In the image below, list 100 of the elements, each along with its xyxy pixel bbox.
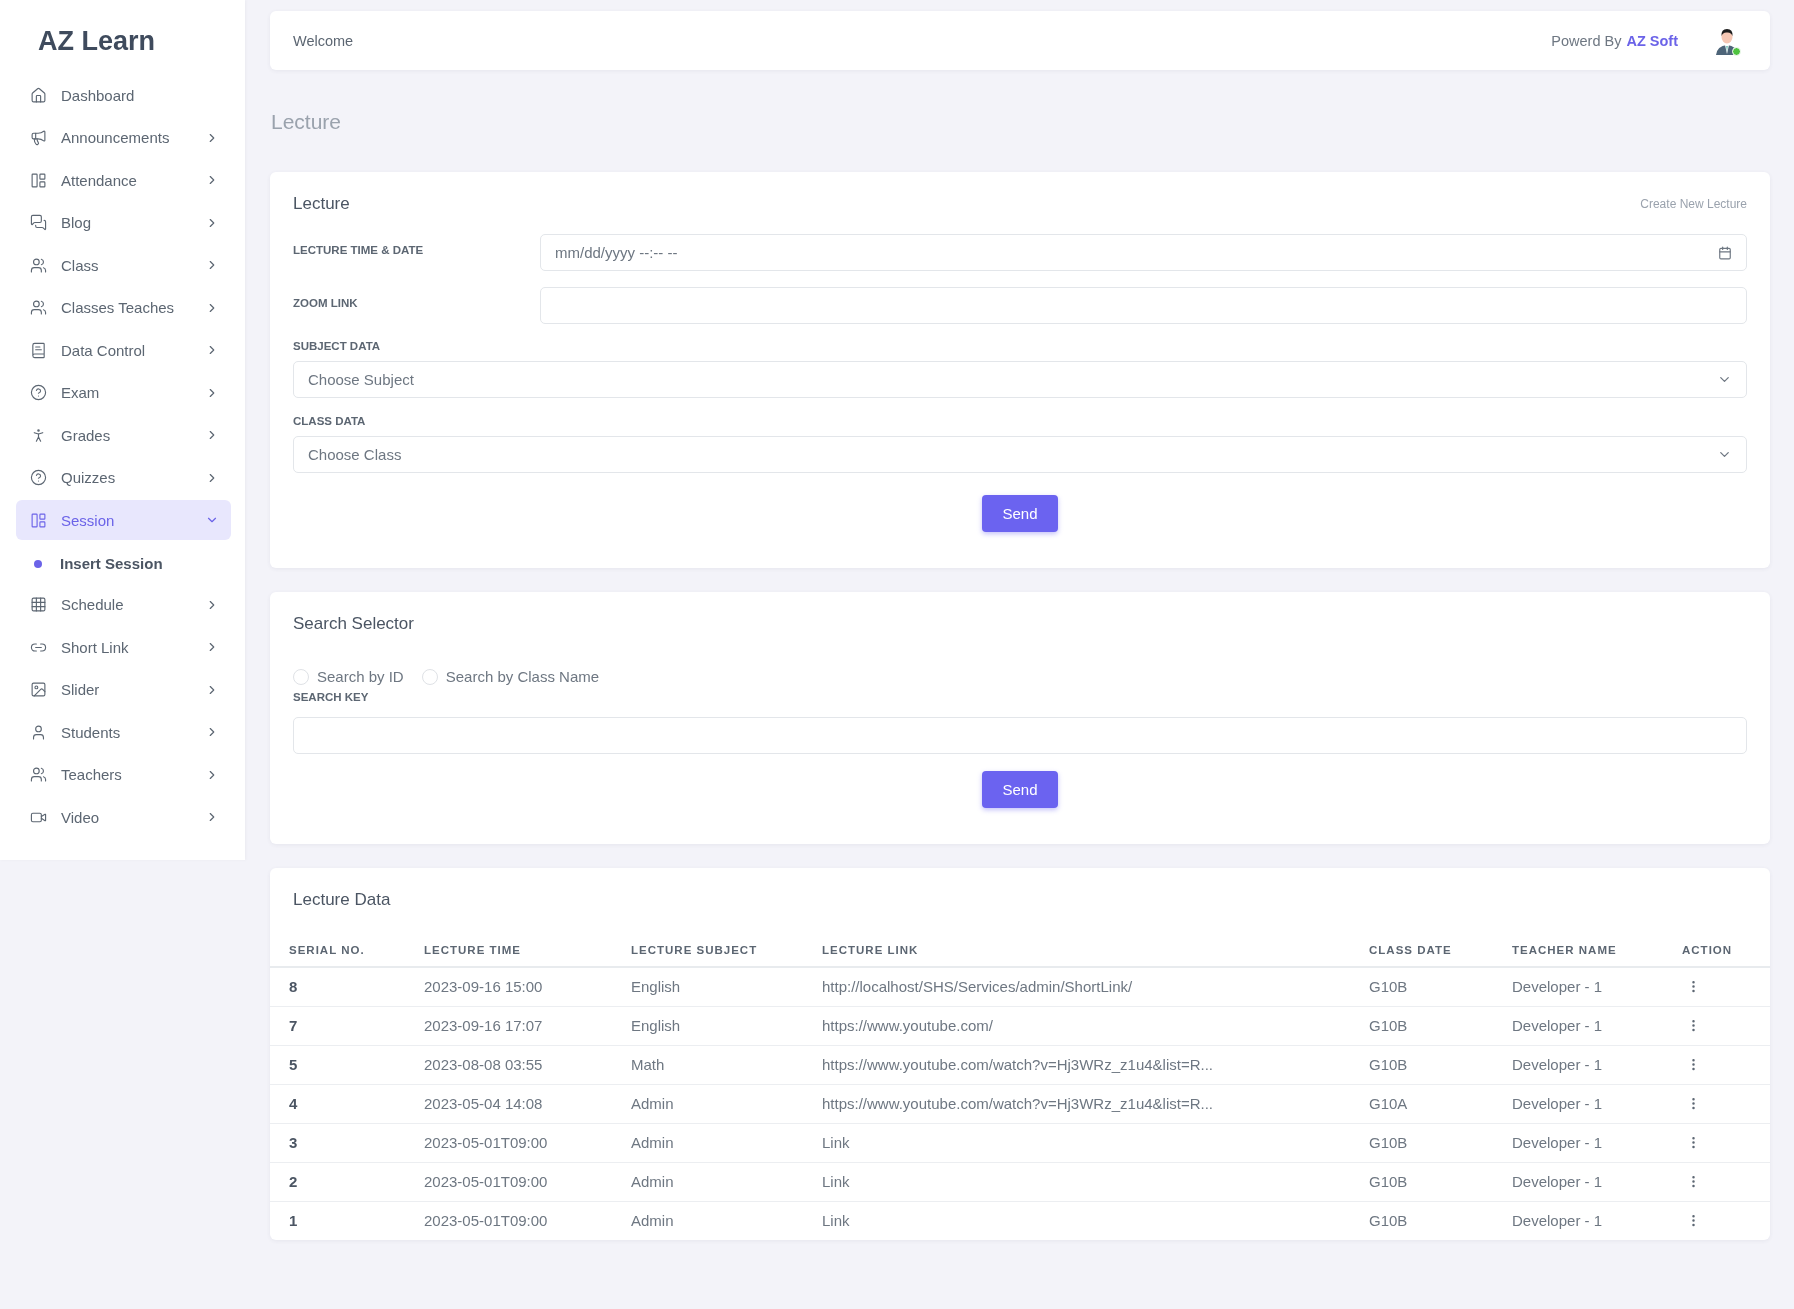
card-title: Search Selector [293, 614, 415, 634]
sidebar-item[interactable]: Classes Teaches [16, 287, 231, 328]
image-icon [30, 681, 47, 698]
sidebar-item[interactable]: Exam [16, 372, 231, 413]
user-icon [30, 723, 47, 741]
datetime-field[interactable]: mm/dd/yyyy --:-- -- [540, 234, 1747, 271]
book-icon [30, 341, 47, 359]
chat-icon [30, 214, 47, 231]
table-cell: Developer - 1 [1493, 1123, 1663, 1162]
table-cell: Admin [612, 1162, 803, 1201]
table-cell: Math [612, 1045, 803, 1084]
welcome-text: Welcome [293, 32, 355, 49]
table-cell: https://www.youtube.com/ [803, 1006, 1350, 1045]
table-cell: 2023-05-01T09:00 [405, 1123, 612, 1162]
sidebar-item[interactable]: Students [16, 712, 231, 752]
megaphone-icon [30, 129, 47, 146]
field-label: SEARCH KEY [293, 691, 370, 703]
sidebar-item[interactable]: Announcements [16, 117, 231, 158]
table-cell: 2023-09-16 15:00 [405, 967, 612, 1006]
table-cell: 3 [270, 1123, 405, 1162]
brand-link[interactable]: AZ Soft [1626, 32, 1678, 49]
column-header: LECTURE LINK [803, 944, 1350, 967]
sidebar-item[interactable]: Slider [16, 669, 231, 710]
column-header: CLASS DATE [1350, 944, 1493, 967]
table-cell: Developer - 1 [1493, 967, 1663, 1006]
table-cell: 2023-05-01T09:00 [405, 1201, 612, 1240]
table-cell: English [612, 1006, 803, 1045]
sidebar-item[interactable]: Schedule [16, 584, 231, 625]
grid-icon [30, 596, 47, 613]
sidebar-item[interactable]: Session [16, 500, 231, 540]
column-header: TEACHER NAME [1493, 944, 1663, 967]
table-cell: G10B [1350, 1045, 1493, 1084]
sidebar-item[interactable]: Blog [16, 202, 231, 243]
table-cell: Link [803, 1123, 1350, 1162]
table-cell: 4 [270, 1084, 405, 1123]
table-cell: Link [803, 1201, 1350, 1240]
sidebar-item[interactable]: Video [16, 797, 231, 837]
table-cell: 2023-05-01T09:00 [405, 1162, 612, 1201]
column-header: SERIAL NO. [270, 944, 405, 967]
field-label: ZOOM LINK [293, 296, 359, 309]
table-cell: G10B [1350, 1201, 1493, 1240]
table-cell: Link [803, 1162, 1350, 1201]
sidebar-subitem[interactable]: Insert Session [16, 542, 231, 585]
table-cell: Admin [612, 1084, 803, 1123]
table-cell: G10A [1350, 1084, 1493, 1123]
table-cell: http://localhost/SHS/Services/admin/ShortLink/ [803, 967, 1350, 1006]
page-title: Lecture [271, 110, 343, 134]
sidebar-item[interactable]: Grades [16, 415, 231, 455]
sidebar-item[interactable]: Class [16, 245, 231, 285]
select-field[interactable]: Choose Class [293, 436, 1747, 473]
question-icon [30, 469, 47, 486]
powered-by-text: Powerd By [1551, 32, 1622, 49]
table-cell: 1 [270, 1201, 405, 1240]
select-field[interactable]: Choose Subject [293, 361, 1747, 398]
sidebar-item[interactable]: Teachers [16, 754, 231, 795]
table-cell: Developer - 1 [1493, 1084, 1663, 1123]
card-title: Lecture Data [292, 890, 392, 910]
table-cell: G10B [1350, 967, 1493, 1006]
search-field[interactable] [293, 717, 1747, 754]
users-icon [30, 299, 47, 316]
sidebar-item[interactable]: Data Control [16, 330, 231, 370]
field-label: SUBJECT DATA [293, 340, 382, 352]
home-icon [30, 86, 47, 104]
table-cell: 2023-09-16 17:07 [405, 1006, 612, 1045]
sidebar-item[interactable]: Quizzes [16, 457, 231, 498]
table-cell: 7 [270, 1006, 405, 1045]
radio-option[interactable]: Search by Class Name [421, 668, 600, 685]
table-cell: https://www.youtube.com/watch?v=Hj3WRz_z1u4&list=R... [803, 1084, 1350, 1123]
sidebar-item[interactable]: Dashboard [16, 75, 231, 115]
table-cell: Developer - 1 [1493, 1045, 1663, 1084]
calendar-icon [1718, 245, 1732, 260]
users-icon [30, 766, 47, 783]
layout-icon [30, 511, 47, 529]
app-logo: AZ Learn [37, 25, 157, 58]
table-cell: 8 [270, 967, 405, 1006]
table-cell: Developer - 1 [1493, 1201, 1663, 1240]
table-cell: G10B [1350, 1162, 1493, 1201]
send-button[interactable]: Send [982, 495, 1058, 532]
table-cell: https://www.youtube.com/watch?v=Hj3WRz_z1u4&list=R... [803, 1045, 1350, 1084]
layout-icon [30, 171, 47, 189]
sidebar-item[interactable]: Short Link [16, 627, 231, 667]
table-cell: G10B [1350, 1123, 1493, 1162]
column-header: ACTION [1663, 944, 1770, 967]
column-header: LECTURE TIME [405, 944, 612, 967]
table-cell: Developer - 1 [1493, 1162, 1663, 1201]
radio-option[interactable]: Search by ID [293, 668, 404, 685]
users-icon [30, 256, 47, 274]
send-button[interactable]: Send [982, 771, 1058, 808]
table-cell: 2023-05-04 14:08 [405, 1084, 612, 1123]
table-cell: English [612, 967, 803, 1006]
card-title: Lecture [293, 194, 350, 214]
column-header: LECTURE SUBJECT [612, 944, 803, 967]
input-field[interactable] [540, 287, 1747, 324]
table-cell: 2 [270, 1162, 405, 1201]
sidebar-item[interactable]: Attendance [16, 160, 231, 200]
field-label: CLASS DATA [293, 415, 367, 427]
table-cell: G10B [1350, 1006, 1493, 1045]
table-cell: Admin [612, 1123, 803, 1162]
table-cell: 5 [270, 1045, 405, 1084]
question-icon [30, 384, 47, 401]
